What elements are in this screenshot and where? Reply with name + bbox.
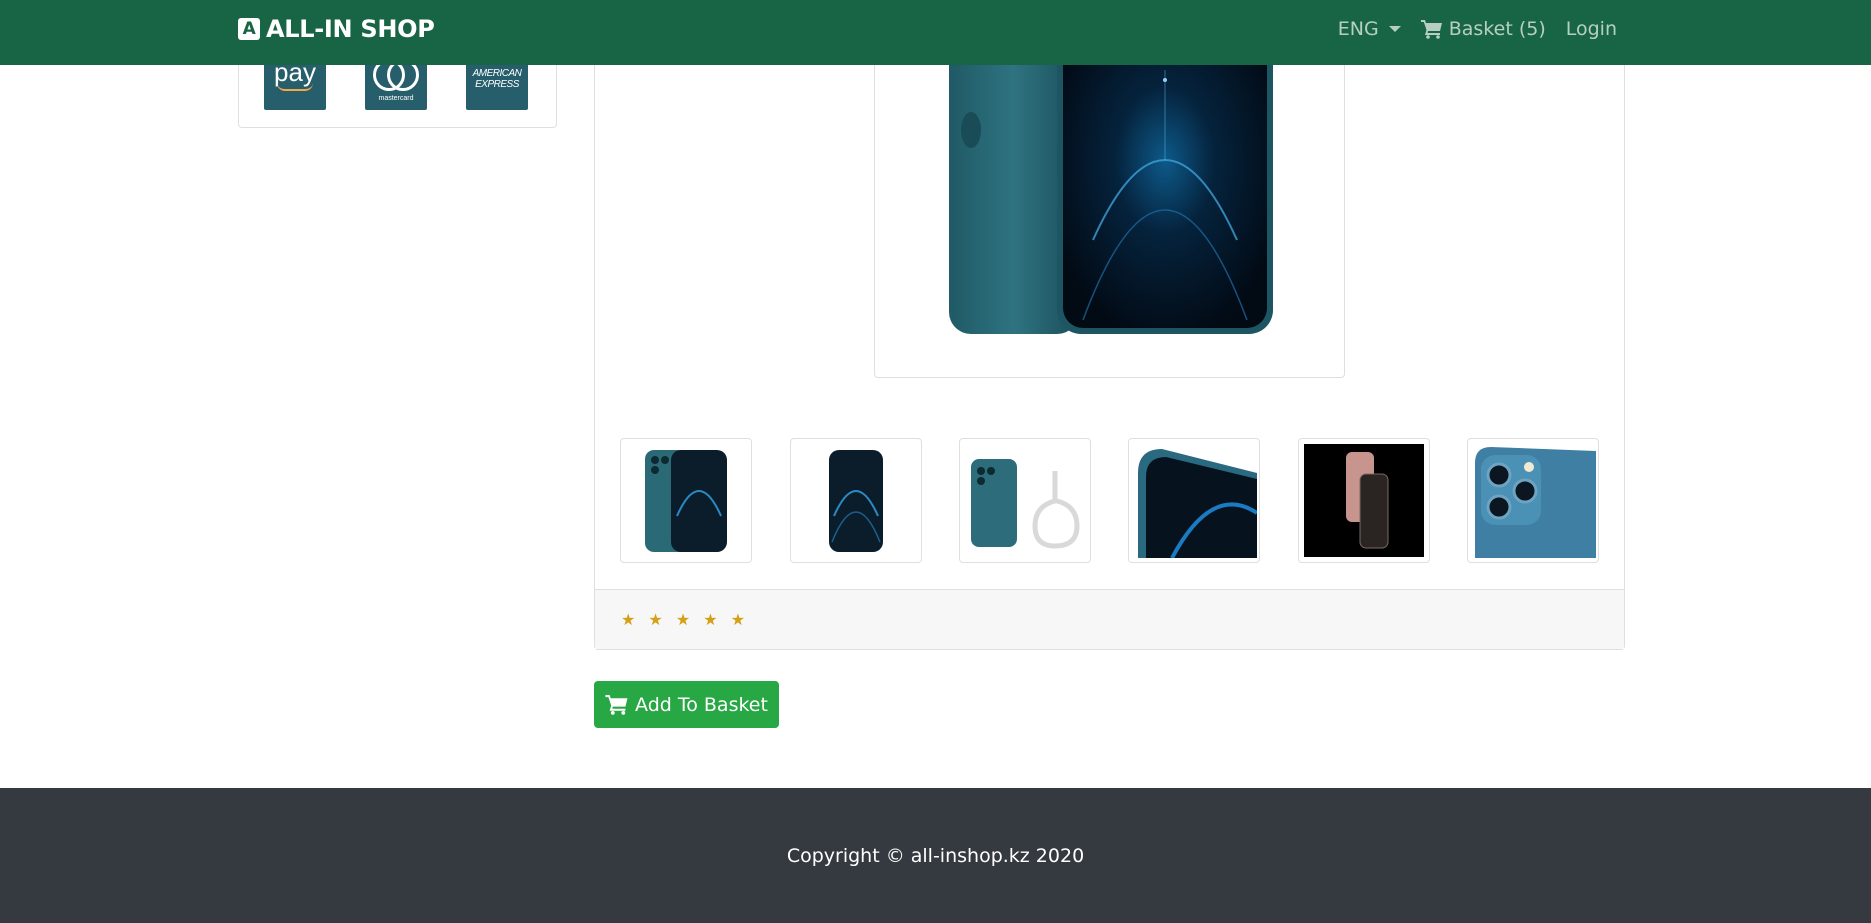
cart-icon bbox=[1420, 20, 1442, 39]
phone-with-cable-icon bbox=[971, 458, 1080, 549]
copyright-text: Copyright © all-inshop.kz 2020 bbox=[786, 844, 1085, 867]
phone-main-image-icon bbox=[949, 20, 1273, 334]
brand-logo-icon: A bbox=[238, 18, 260, 40]
thumbnail-5[interactable] bbox=[1298, 438, 1430, 563]
product-main-image[interactable] bbox=[874, 20, 1345, 378]
thumbnail-2[interactable] bbox=[790, 438, 922, 563]
thumbnail-6[interactable] bbox=[1467, 438, 1599, 563]
language-dropdown[interactable]: ENG bbox=[1338, 18, 1401, 40]
phone-front-icon bbox=[829, 449, 883, 552]
language-label: ENG bbox=[1337, 18, 1379, 40]
top-navbar: A ALL-IN SHOP ENG Basket (5) Login bbox=[0, 0, 1871, 65]
page-footer: Copyright © all-inshop.kz 2020 bbox=[0, 788, 1871, 923]
thumbnail-3[interactable] bbox=[959, 438, 1091, 563]
basket-label: Basket (5) bbox=[1448, 18, 1546, 40]
brand-name: ALL-IN SHOP bbox=[266, 15, 435, 43]
cart-icon bbox=[605, 695, 628, 715]
add-to-basket-button[interactable]: Add To Basket bbox=[594, 681, 779, 728]
amex-text-line2: EXPRESS bbox=[475, 79, 519, 90]
thumbnail-4[interactable] bbox=[1128, 438, 1260, 563]
brand-link[interactable]: A ALL-IN SHOP bbox=[238, 15, 435, 43]
product-card-footer: ★ ★ ★ ★ ★ bbox=[595, 589, 1624, 649]
rating-stars: ★ ★ ★ ★ ★ bbox=[621, 610, 750, 629]
amex-text-line1: AMERICAN bbox=[472, 68, 522, 79]
phone-edge-closeup-icon bbox=[1131, 443, 1257, 558]
mastercard-text: mastercard bbox=[378, 94, 414, 102]
camera-closeup-icon bbox=[1470, 443, 1596, 558]
phone-pair-dark-icon bbox=[1304, 444, 1424, 557]
chevron-down-icon bbox=[1388, 26, 1401, 32]
add-to-basket-label: Add To Basket bbox=[635, 693, 768, 716]
amazon-smile-icon bbox=[277, 83, 313, 91]
basket-link[interactable]: Basket (5) bbox=[1420, 18, 1546, 40]
phone-front-back-icon bbox=[645, 449, 727, 552]
login-link[interactable]: Login bbox=[1566, 18, 1617, 40]
nav-right: ENG Basket (5) Login bbox=[1338, 18, 1617, 40]
login-label: Login bbox=[1565, 18, 1617, 40]
thumbnail-1[interactable] bbox=[620, 438, 752, 563]
